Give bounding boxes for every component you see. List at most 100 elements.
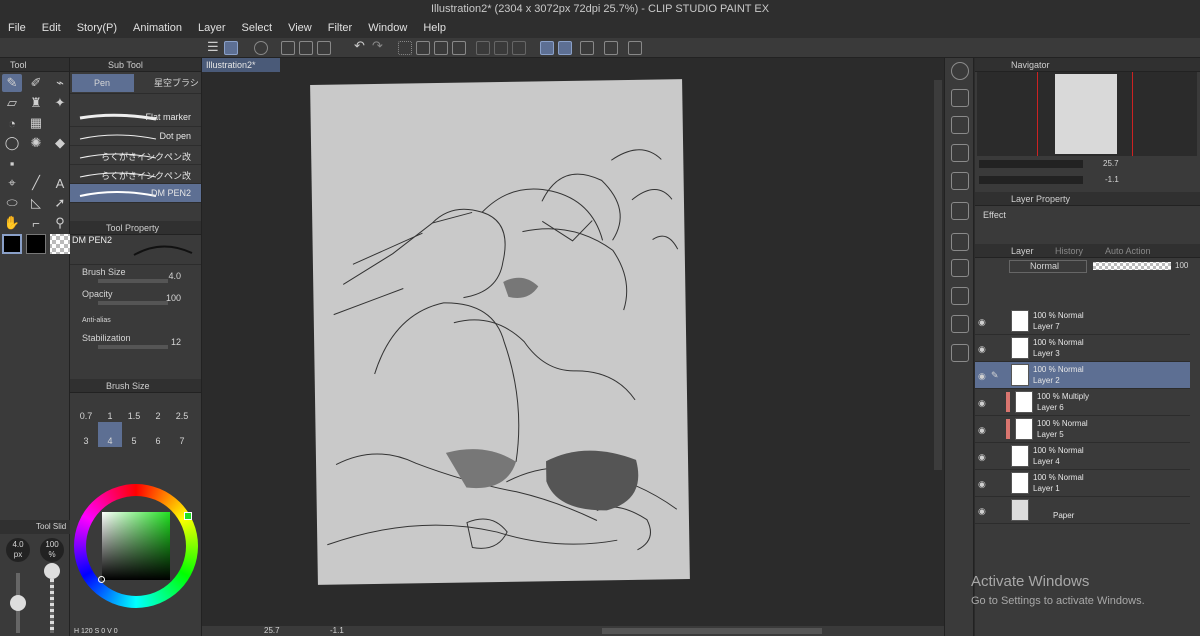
redo-icon[interactable]: ↷ (372, 38, 386, 53)
navigator-angle-slider[interactable] (979, 176, 1083, 184)
deselect-icon[interactable] (476, 41, 490, 55)
menu-filter[interactable]: Filter (320, 18, 360, 38)
menu-help[interactable]: Help (415, 18, 454, 38)
layer-toggle-icon[interactable] (951, 144, 969, 162)
brush-size-option[interactable]: 1 (98, 397, 122, 422)
brush-size-option[interactable]: 2.5 (170, 397, 194, 422)
menu-edit[interactable]: Edit (34, 18, 69, 38)
navigator-zoom-slider[interactable] (979, 160, 1083, 168)
color-saturation-square[interactable] (102, 512, 170, 580)
auto-select-tool-icon[interactable]: ✺ (26, 134, 46, 152)
eye-icon[interactable]: ◉ (978, 506, 986, 517)
brush-item-selected[interactable]: DM PEN2 (70, 184, 201, 203)
decoration-tool-icon[interactable]: ✦ (50, 94, 70, 112)
menu-file[interactable]: File (0, 18, 34, 38)
color-picker-cursor[interactable] (98, 576, 105, 583)
pen-tool-icon[interactable]: ✎ (2, 74, 22, 92)
ruler-tool-icon[interactable]: ◺ (26, 194, 46, 212)
sub-tool-tab-pen[interactable]: Pen (72, 74, 134, 92)
brush-item[interactable]: らくがきインクペン改 (70, 165, 201, 184)
gradient-tool-icon[interactable] (50, 114, 70, 132)
brush-size-option[interactable]: 5 (122, 422, 146, 447)
sub-color-swatch[interactable] (26, 234, 46, 254)
navigator-toggle-icon[interactable] (951, 62, 969, 80)
canvas-paper[interactable] (310, 79, 690, 585)
brush-item[interactable]: Flat marker (70, 108, 201, 127)
frame-tool-icon[interactable]: ⌐ (26, 214, 46, 232)
eye-icon[interactable]: ◉ (978, 425, 986, 436)
airbrush-tool-icon[interactable]: ♜ (26, 94, 46, 112)
size-slider-handle[interactable] (10, 595, 26, 611)
transform-icon[interactable] (452, 41, 466, 55)
camera-icon[interactable] (951, 344, 969, 362)
snap-special-ruler-icon[interactable] (558, 41, 572, 55)
new-file-icon[interactable] (281, 41, 295, 55)
line-tool-icon[interactable]: ╱ (26, 174, 46, 192)
layer-search-icon[interactable] (951, 315, 969, 333)
edit-icon[interactable] (951, 287, 969, 305)
canvas-horizontal-scrollbar[interactable] (602, 628, 822, 634)
layer-opacity-slider[interactable] (1093, 262, 1171, 270)
brush-size-option-selected[interactable]: 4 (98, 422, 122, 447)
brush-select-icon[interactable] (224, 41, 238, 55)
brush-tool-icon[interactable]: ⌁ (50, 74, 70, 92)
bucket-tool-icon[interactable]: ◆ (50, 134, 70, 152)
tab-history[interactable]: History (1055, 244, 1083, 258)
sub-tool-tab-star[interactable]: 星空ブラシ (136, 74, 200, 92)
text-tool-icon[interactable]: A (50, 174, 70, 192)
brush-item[interactable]: らくがきインクペン改 (70, 146, 201, 165)
menu-layer[interactable]: Layer (190, 18, 234, 38)
fill-tool-icon[interactable]: ▦ (26, 114, 46, 132)
clear-icon[interactable] (416, 41, 430, 55)
blend-mode-select[interactable]: Normal (1009, 260, 1087, 273)
transparent-swatch[interactable] (50, 234, 70, 254)
menu-select[interactable]: Select (234, 18, 281, 38)
blend-tool-icon[interactable]: ◔ (2, 114, 22, 132)
snap-ruler-icon[interactable] (540, 41, 554, 55)
eye-icon[interactable]: ◉ (978, 344, 986, 355)
expand-icon[interactable] (512, 41, 526, 55)
menu-window[interactable]: Window (360, 18, 415, 38)
clip-studio-icon[interactable] (254, 41, 268, 55)
layer-row[interactable]: ◉ 100 % Normal Layer 5 (975, 416, 1190, 443)
rotation-readout[interactable]: -1.1 (330, 626, 344, 636)
open-file-icon[interactable] (299, 41, 313, 55)
layer-row[interactable]: ◉ 100 % Normal Layer 4 (975, 443, 1190, 470)
layer-row-selected[interactable]: ◉ ✎ 100 % Normal Layer 2 (975, 362, 1190, 389)
ellipse-tool-icon[interactable]: ⬭ (2, 194, 22, 212)
gradient-box-icon[interactable]: ▪ (2, 154, 22, 172)
eraser-tool-icon[interactable]: ▱ (2, 94, 22, 112)
layer-row[interactable]: ◉ 100 % Normal Layer 3 (975, 335, 1190, 362)
lasso-tool-icon[interactable]: ◯ (2, 134, 22, 152)
brush-size-option[interactable]: 2 (146, 397, 170, 422)
help-icon[interactable] (628, 41, 642, 55)
fill-icon[interactable] (434, 41, 448, 55)
brush-size-property[interactable]: Brush Size 4.0 (70, 265, 201, 287)
loading-icon[interactable] (398, 41, 412, 55)
canvas-vertical-scrollbar[interactable] (934, 80, 942, 470)
pencil-tool-icon[interactable]: ✐ (26, 74, 46, 92)
layer-row[interactable]: ◉ 100 % Multiply Layer 6 (975, 389, 1190, 416)
move-tool-icon[interactable]: ➚ (50, 194, 70, 212)
layer-row[interactable]: ◉ 100 % Normal Layer 1 (975, 470, 1190, 497)
opacity-slider-track[interactable] (50, 573, 54, 633)
material-icon[interactable] (951, 116, 969, 134)
paper-layer-row[interactable]: ◉ Paper (975, 497, 1190, 524)
menu-story[interactable]: Story(P) (69, 18, 125, 38)
history-icon[interactable] (951, 202, 969, 220)
panel-toggle-icon[interactable] (951, 89, 969, 107)
stabilization-property[interactable]: Stabilization 12 (70, 331, 201, 353)
item-bank-icon[interactable] (951, 259, 969, 277)
undo-icon[interactable]: ↶ (354, 38, 368, 53)
tab-layer[interactable]: Layer (1011, 244, 1034, 258)
hamburger-menu-icon[interactable]: ☰ (207, 39, 221, 54)
snap-grid-icon[interactable] (580, 41, 594, 55)
brush-size-option[interactable]: 3 (74, 422, 98, 447)
layer-row[interactable]: ◉ 100 % Normal Layer 7 (975, 308, 1190, 335)
ruler-icon[interactable] (604, 41, 618, 55)
hue-picker[interactable] (184, 512, 192, 520)
eye-icon[interactable]: ◉ (978, 371, 986, 382)
brush-size-option[interactable]: 0.7 (74, 397, 98, 422)
opacity-slider-handle[interactable] (44, 563, 60, 579)
menu-view[interactable]: View (280, 18, 320, 38)
